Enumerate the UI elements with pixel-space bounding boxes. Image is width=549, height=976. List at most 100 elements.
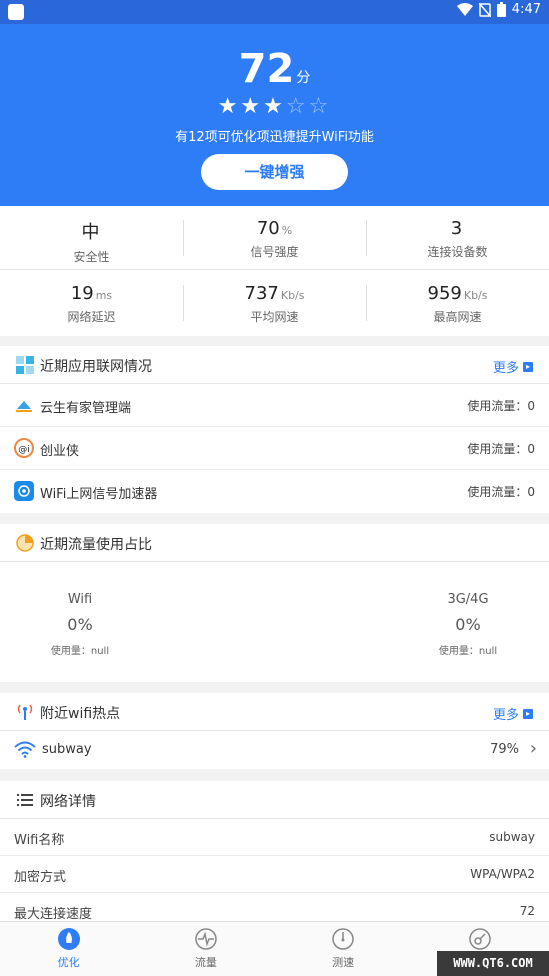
detail-value: 72 bbox=[519, 904, 535, 918]
tab-label: 流量 bbox=[194, 956, 217, 969]
network-stats: 中 安全性 70% 信号强度 3 连接设备数 19 ms 网络延迟 737 Kb/s… bbox=[0, 206, 549, 336]
stat-label: 信号强度 bbox=[250, 245, 299, 259]
svg-text:@i: @i bbox=[18, 445, 30, 455]
app-usage: 使用流量：0 bbox=[467, 399, 535, 413]
apps-grid-icon bbox=[16, 356, 34, 374]
score-header: 72 分 ★★★☆☆ 有12项可优化项迅捷提升WiFi功能 一键增强 bbox=[0, 24, 549, 206]
detail-value: WPA/WPA2 bbox=[470, 867, 535, 881]
card-header: 网络详情 bbox=[0, 781, 549, 819]
list-item[interactable]: WiFi上网信号加速器 使用流量：0 bbox=[0, 470, 549, 513]
tab-label: 测速 bbox=[332, 956, 355, 969]
tab-traffic[interactable]: 流量 bbox=[137, 922, 274, 976]
more-apps-link[interactable]: 更多 ▸ bbox=[493, 357, 533, 376]
usage-percent: 0% bbox=[455, 615, 481, 634]
more-label: 更多 bbox=[492, 708, 519, 723]
tab-speedtest[interactable]: 测速 bbox=[275, 922, 412, 976]
stat-label: 最高网速 bbox=[433, 310, 482, 324]
detail-value: subway bbox=[489, 830, 535, 844]
stat-label: 安全性 bbox=[73, 250, 110, 264]
card-header: 近期流量使用占比 bbox=[0, 524, 549, 562]
stat-value: 959 bbox=[427, 283, 462, 304]
tab-label: 优化 bbox=[57, 956, 80, 969]
star-rating: ★★★☆☆ bbox=[0, 94, 549, 119]
cloud-app-icon bbox=[16, 401, 32, 412]
gauge-icon bbox=[332, 928, 354, 950]
status-bar: 4:47 bbox=[0, 0, 549, 24]
optimization-tip: 有12项可优化项迅捷提升WiFi功能 bbox=[175, 130, 374, 145]
network-details-card: 网络详情 Wifi名称 subway 加密方式 WPA/WPA2 最大连接速度 … bbox=[0, 781, 549, 930]
one-click-boost-button[interactable]: 一键增强 bbox=[201, 154, 348, 190]
chevron-right-icon: › bbox=[529, 738, 537, 759]
tools-icon bbox=[469, 928, 492, 950]
stat-max-speed: 959 Kb/s 最高网速 bbox=[366, 271, 549, 335]
hotspot-signal: 79% bbox=[490, 742, 519, 757]
stat-value: 19 bbox=[70, 283, 94, 304]
pie-chart-icon bbox=[16, 534, 34, 552]
more-label: 更多 bbox=[492, 361, 519, 376]
notification-icon bbox=[8, 4, 24, 20]
stat-value: 737 bbox=[244, 283, 279, 304]
chevron-right-icon: ▸ bbox=[523, 361, 533, 372]
detail-label: Wifi名称 bbox=[14, 833, 65, 848]
rocket-icon bbox=[57, 928, 80, 950]
stars-empty: ☆☆ bbox=[285, 94, 332, 119]
usage-type: 3G/4G bbox=[447, 592, 489, 607]
stat-value: 70 bbox=[256, 218, 280, 239]
detail-label: 加密方式 bbox=[14, 870, 67, 885]
watermark: WWW.QT6.COM bbox=[437, 951, 549, 976]
detail-row: 加密方式 WPA/WPA2 bbox=[0, 856, 549, 893]
stat-unit: Kb/s bbox=[280, 289, 305, 302]
traffic-ratio-card: 近期流量使用占比 Wifi 0% 使用量：null 3G/4G 0% 使用量：n… bbox=[0, 524, 549, 682]
usage-amount: 使用量：null bbox=[438, 646, 498, 657]
stat-label: 网络延迟 bbox=[67, 310, 116, 324]
traffic-usage: Wifi 0% 使用量：null 3G/4G 0% 使用量：null bbox=[0, 562, 549, 682]
wifi-score: 72 分 bbox=[0, 46, 549, 92]
card-title: 附近wifi热点 bbox=[40, 706, 121, 722]
stat-avg-speed: 737 Kb/s 平均网速 bbox=[183, 271, 366, 335]
stat-security: 中 安全性 bbox=[0, 206, 183, 269]
app-usage: 使用流量：0 bbox=[467, 485, 535, 499]
stat-signal-strength: 70% 信号强度 bbox=[183, 206, 366, 269]
hotspot-ssid: subway bbox=[42, 742, 92, 757]
mobile-usage: 3G/4G 0% 使用量：null bbox=[408, 592, 528, 657]
wifi-icon bbox=[14, 741, 36, 758]
no-sim-icon bbox=[478, 2, 491, 17]
usage-percent: 0% bbox=[67, 615, 93, 634]
card-title: 近期应用联网情况 bbox=[40, 359, 152, 375]
list-item[interactable]: 云生有家管理端 使用流量：0 bbox=[0, 384, 549, 427]
usage-type: Wifi bbox=[67, 592, 93, 607]
stat-value: 3 bbox=[450, 218, 463, 239]
hotspot-item[interactable]: subway 79% › bbox=[0, 731, 549, 769]
stat-unit: Kb/s bbox=[463, 289, 488, 302]
stat-connected-devices[interactable]: 3 连接设备数 bbox=[366, 206, 549, 269]
app-name: WiFi上网信号加速器 bbox=[40, 487, 158, 502]
stat-unit: ms bbox=[95, 289, 113, 302]
list-icon bbox=[17, 794, 33, 806]
wifi-signal-icon bbox=[456, 2, 473, 16]
tab-optimize[interactable]: 优化 bbox=[0, 922, 137, 976]
card-header: 附近wifi热点 更多 ▸ bbox=[0, 693, 549, 731]
card-header: 近期应用联网情况 更多 ▸ bbox=[0, 346, 549, 384]
wifi-usage: Wifi 0% 使用量：null bbox=[20, 592, 140, 657]
app-name: 云生有家管理端 bbox=[40, 401, 132, 416]
more-hotspots-link[interactable]: 更多 ▸ bbox=[493, 704, 533, 723]
detail-row: Wifi名称 subway bbox=[0, 819, 549, 856]
app-usage: 使用流量：0 bbox=[467, 442, 535, 456]
pulse-icon bbox=[195, 928, 217, 950]
stars-filled: ★★★ bbox=[217, 94, 286, 119]
score-unit: 分 bbox=[296, 70, 311, 86]
app-network-card: 近期应用联网情况 更多 ▸ 云生有家管理端 使用流量：0 @i 创业侠 使用流量：… bbox=[0, 346, 549, 513]
stat-label: 平均网速 bbox=[250, 310, 299, 324]
card-title: 近期流量使用占比 bbox=[40, 537, 152, 553]
stat-unit: % bbox=[281, 224, 293, 237]
detail-label: 最大连接速度 bbox=[14, 907, 93, 922]
status-icons: 4:47 bbox=[456, 2, 541, 17]
card-title: 网络详情 bbox=[40, 794, 96, 810]
usage-amount: 使用量：null bbox=[50, 646, 110, 657]
chuangyexia-app-icon: @i bbox=[14, 438, 34, 458]
list-item[interactable]: @i 创业侠 使用流量：0 bbox=[0, 427, 549, 470]
antenna-icon bbox=[17, 704, 33, 720]
wifi-booster-app-icon bbox=[14, 481, 34, 501]
stat-latency: 19 ms 网络延迟 bbox=[0, 271, 183, 335]
score-value: 72 bbox=[238, 46, 295, 92]
